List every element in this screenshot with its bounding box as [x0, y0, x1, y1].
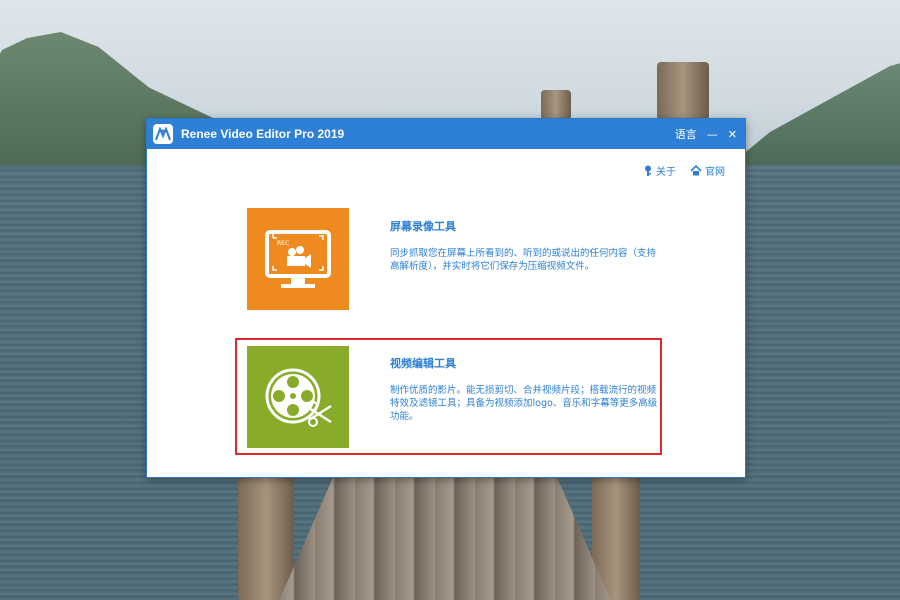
recorder-desc: 同步抓取您在屏幕上所看到的、听到的或说出的任何内容（支持高解析度），并实时将它们… [390, 248, 657, 272]
close-button[interactable]: ✕ [728, 128, 737, 141]
language-button[interactable]: 语言 [675, 126, 697, 142]
window-controls: 语言 — ✕ [675, 119, 737, 149]
website-link[interactable]: 官网 [690, 163, 725, 178]
app-logo-icon [153, 124, 173, 144]
recorder-title[interactable]: 屏幕录像工具 [390, 218, 456, 234]
app-window: Renee Video Editor Pro 2019 语言 — ✕ 关于 官网… [146, 118, 746, 478]
about-link[interactable]: 关于 [643, 163, 676, 178]
dock-post [657, 62, 709, 120]
desktop-background: Renee Video Editor Pro 2019 语言 — ✕ 关于 官网… [0, 0, 900, 600]
website-label: 官网 [705, 167, 725, 178]
dock-post [238, 476, 294, 600]
screen-recorder-icon: REC [265, 230, 331, 288]
about-label: 关于 [656, 167, 676, 178]
screen-recorder-tile[interactable]: REC [247, 208, 349, 310]
title-bar[interactable]: Renee Video Editor Pro 2019 语言 — ✕ [147, 119, 745, 149]
editor-highlight-box [235, 338, 662, 455]
top-links: 关于 官网 [643, 163, 725, 178]
dock-post [541, 90, 571, 120]
svg-text:REC: REC [277, 240, 289, 247]
key-icon [645, 165, 651, 176]
minimize-button[interactable]: — [707, 128, 718, 141]
home-icon [690, 165, 702, 176]
window-title: Renee Video Editor Pro 2019 [181, 127, 345, 141]
